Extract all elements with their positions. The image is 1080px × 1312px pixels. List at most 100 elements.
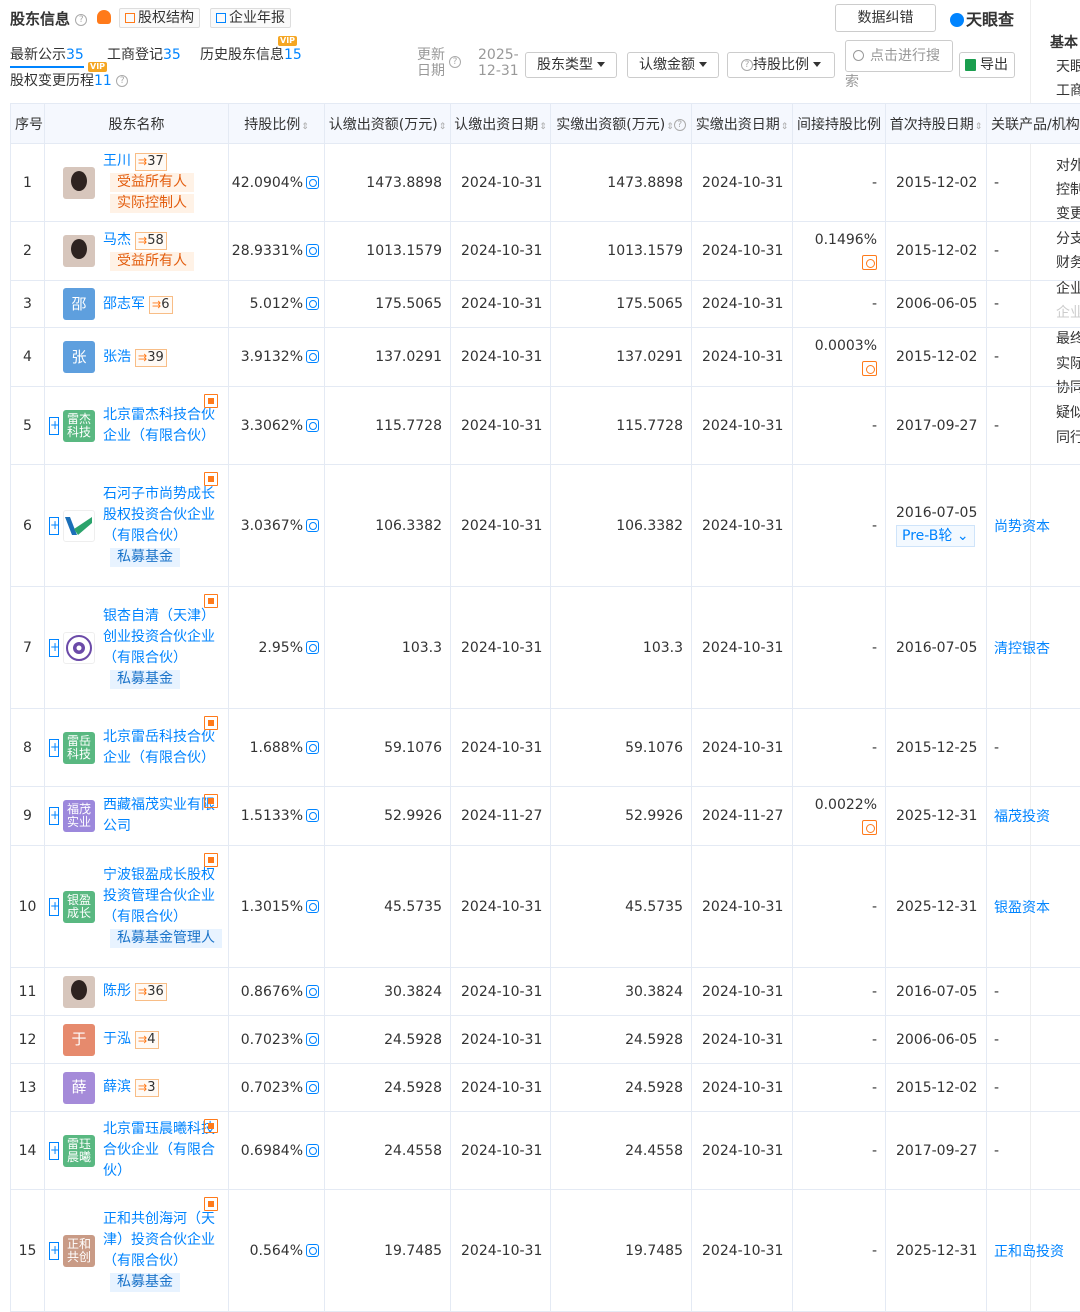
holding-ratio-text: 1.5133%: [240, 808, 303, 824]
related-companies-badge[interactable]: ⇉4: [135, 1031, 159, 1049]
equity-tree-icon[interactable]: [204, 1119, 218, 1133]
tab-latest[interactable]: 最新公示35: [10, 44, 84, 68]
side-nav-item[interactable]: 工商: [1056, 80, 1080, 100]
related-companies-badge[interactable]: ⇉6: [149, 295, 173, 314]
pie-chart-icon[interactable]: [306, 899, 319, 913]
equity-tree-icon[interactable]: [204, 472, 218, 486]
shareholder-name-cell: 张张浩 ⇉39: [44, 327, 229, 387]
related-product: -: [986, 386, 1080, 465]
path-icon[interactable]: [862, 361, 877, 376]
related-product-link[interactable]: 银盈资本: [986, 845, 1080, 968]
subscribed-amount-dropdown[interactable]: 认缴金额: [627, 52, 719, 78]
col-header-ratio[interactable]: 持股比例⇕: [228, 103, 325, 144]
col-header-sub-amount[interactable]: 认缴出资额(万元)⇕: [324, 103, 451, 144]
subscribed-date: 2024-10-31: [450, 1063, 551, 1112]
tab-registration[interactable]: 工商登记35: [107, 44, 181, 64]
first-holding-date-text: 2015-12-02: [896, 1079, 978, 1096]
shareholder-name-link[interactable]: 西藏福茂实业有限公司: [103, 797, 215, 834]
holding-ratio: 0.7023%: [228, 1015, 325, 1064]
bell-icon[interactable]: [97, 10, 111, 24]
export-button[interactable]: 导出: [959, 52, 1015, 78]
path-icon[interactable]: [862, 255, 877, 270]
shareholder-name-link[interactable]: 马杰: [103, 232, 131, 248]
shareholder-type-dropdown[interactable]: 股东类型: [525, 52, 617, 78]
shareholder-name-link[interactable]: 陈彤: [103, 983, 131, 999]
col-header-sub-date[interactable]: 认缴出资日期⇕: [450, 103, 551, 144]
tab-history[interactable]: 历史股东信息15: [200, 44, 302, 64]
equity-tree-icon[interactable]: [204, 716, 218, 730]
col-header-first-date[interactable]: 首次持股日期⇕: [885, 103, 987, 144]
pie-chart-icon[interactable]: [306, 244, 319, 257]
pie-chart-icon[interactable]: [306, 418, 319, 432]
shareholder-name-link[interactable]: 张浩: [103, 349, 131, 365]
shareholder-name-link[interactable]: 于泓: [103, 1031, 131, 1047]
holding-ratio-dropdown[interactable]: ? 持股比例: [727, 52, 835, 78]
pie-chart-icon[interactable]: [306, 984, 319, 998]
path-icon[interactable]: [862, 820, 877, 835]
equity-tree-icon[interactable]: [204, 853, 218, 867]
shareholder-name-link[interactable]: 北京雷珏晨曦科技合伙企业（有限合伙）: [103, 1121, 215, 1179]
pie-chart-icon[interactable]: [306, 175, 319, 189]
related-companies-badge[interactable]: ⇉39: [135, 348, 167, 367]
expand-icon[interactable]: +: [49, 1241, 60, 1260]
shareholder-name-link[interactable]: 王川: [103, 153, 131, 169]
shareholder-name-link[interactable]: 石河子市尚势成长股权投资合伙企业（有限合伙）: [103, 486, 215, 544]
shareholder-name-link[interactable]: 邵志军: [103, 296, 145, 312]
help-icon[interactable]: ?: [449, 56, 461, 68]
pie-chart-icon[interactable]: [306, 1032, 319, 1046]
expand-icon[interactable]: +: [49, 516, 60, 535]
pie-chart-icon[interactable]: [306, 740, 319, 754]
chevron-down-icon: ⌄: [952, 527, 969, 544]
funding-round-tag[interactable]: Pre-B轮 ⌄: [896, 524, 975, 547]
col-header-paid-amount[interactable]: 实缴出资额(万元)⇕?: [550, 103, 692, 144]
shareholder-name-link[interactable]: 北京雷岳科技合伙企业（有限合伙）: [103, 729, 215, 766]
pie-chart-icon[interactable]: [306, 1080, 319, 1094]
side-nav-item[interactable]: 天眼: [1056, 56, 1080, 76]
help-icon[interactable]: ?: [116, 75, 129, 87]
pie-chart-icon[interactable]: [306, 297, 319, 310]
pie-chart-icon[interactable]: [306, 640, 319, 654]
search-input[interactable]: 点击进行搜: [845, 40, 953, 72]
related-product-link[interactable]: 正和岛投资: [986, 1189, 1080, 1312]
shareholder-name-link[interactable]: 正和共创海河（天津）投资合伙企业（有限合伙）: [103, 1211, 215, 1269]
help-icon[interactable]: ?: [673, 118, 686, 131]
equity-tree-icon[interactable]: [204, 1197, 218, 1211]
related-product-link[interactable]: 福茂投资: [986, 786, 1080, 846]
row-number: 1: [10, 143, 45, 222]
data-correction-button[interactable]: 数据纠错: [835, 4, 936, 32]
col-header-paid-date[interactable]: 实缴出资日期⇕: [691, 103, 793, 144]
annual-report-button[interactable]: 企业年报: [210, 8, 291, 28]
pie-chart-icon[interactable]: [306, 518, 319, 532]
equity-structure-button[interactable]: 股权结构: [119, 8, 200, 28]
expand-icon[interactable]: +: [49, 738, 60, 757]
pie-chart-icon[interactable]: [306, 1143, 319, 1157]
related-product-link[interactable]: 清控银杏: [986, 586, 1080, 709]
shareholder-name-link[interactable]: 北京雷杰科技合伙企业（有限合伙）: [103, 407, 215, 444]
indirect-ratio: -: [792, 586, 886, 709]
related-companies-badge[interactable]: ⇉36: [135, 983, 167, 1001]
expand-icon[interactable]: +: [49, 416, 60, 435]
equity-tree-icon[interactable]: [204, 594, 218, 608]
help-icon[interactable]: ?: [75, 13, 88, 26]
paid-amount: 59.1076: [550, 708, 692, 787]
related-companies-badge[interactable]: ⇉58: [135, 232, 167, 250]
pie-chart-icon[interactable]: [306, 350, 319, 363]
expand-icon[interactable]: +: [49, 638, 60, 657]
related-product-link[interactable]: 尚势资本: [986, 464, 1080, 587]
expand-icon[interactable]: +: [49, 897, 60, 916]
pie-chart-icon[interactable]: [306, 809, 319, 822]
tab-equity-changes[interactable]: 股权变更历程11 ?: [10, 70, 129, 90]
expand-icon[interactable]: +: [49, 807, 60, 825]
equity-tree-icon[interactable]: [204, 794, 218, 808]
shareholder-name-link[interactable]: 薛滨: [103, 1079, 131, 1095]
shareholder-name-link[interactable]: 宁波银盈成长股权投资管理合伙企业（有限合伙）: [103, 867, 215, 925]
logo: 天眼查: [950, 6, 1014, 30]
related-companies-badge[interactable]: ⇉37: [135, 153, 167, 171]
shareholder-name-link[interactable]: 银杏自清（天津）创业投资合伙企业（有限合伙）: [103, 608, 215, 666]
pie-chart-icon[interactable]: [306, 1243, 319, 1257]
related-companies-badge[interactable]: ⇉3: [135, 1079, 159, 1097]
equity-tree-icon[interactable]: [204, 394, 218, 408]
table-row: 2 马杰 ⇉58 受益所有人 28.9331% 1013.1579 2024-10-31 10…: [10, 221, 1080, 281]
table-row: 9 + 福茂实业 西藏福茂实业有限公司 1.5133% 52.9926 2024-11-27…: [10, 786, 1080, 846]
expand-icon[interactable]: +: [49, 1141, 60, 1160]
